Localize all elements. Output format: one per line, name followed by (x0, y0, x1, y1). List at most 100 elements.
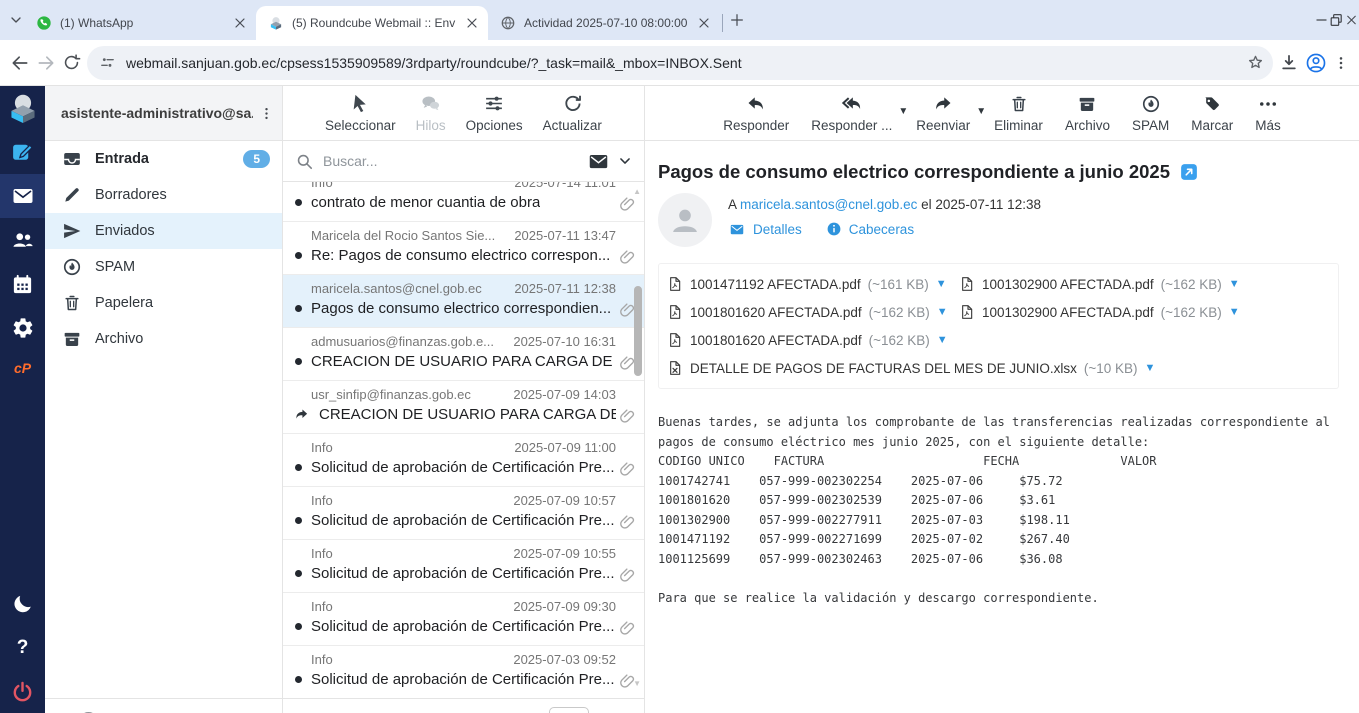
message-row[interactable]: Info2025-07-09 10:55Solicitud de aprobac… (283, 540, 644, 593)
close-window-button[interactable] (1344, 0, 1359, 40)
attachment-menu-caret-icon[interactable]: ▼ (937, 334, 948, 346)
attachment-item[interactable]: 1001302900 AFECTADA.pdf(~162 KB)▼ (959, 298, 1251, 326)
forward-icon[interactable] (36, 53, 56, 73)
threads-button[interactable]: Hilos (416, 93, 446, 133)
back-icon[interactable] (10, 53, 30, 73)
message-row[interactable]: maricela.santos@cnel.gob.ec2025-07-11 12… (283, 275, 644, 328)
site-settings-icon[interactable] (99, 54, 116, 71)
forward-button[interactable]: Reenviar (916, 94, 970, 133)
mail-nav-button[interactable] (0, 174, 45, 218)
threads-label: Hilos (416, 118, 446, 133)
open-in-new-window-icon[interactable] (1180, 163, 1198, 181)
message-date: 2025-07-10 16:31 (513, 334, 616, 349)
attachment-item[interactable]: 1001801620 AFECTADA.pdf (~162 KB) ▼ (667, 326, 959, 354)
search-scope-envelope-icon[interactable] (588, 151, 609, 172)
search-input[interactable] (323, 153, 579, 169)
recipient-email-link[interactable]: maricela.santos@cnel.gob.ec (740, 197, 917, 212)
message-row[interactable]: Info2025-07-14 11:01contrato de menor cu… (283, 182, 644, 222)
attachment-menu-caret-icon[interactable]: ▼ (937, 306, 948, 318)
browser-tab[interactable]: (1) WhatsApp (24, 6, 256, 40)
account-header[interactable]: asistente-administrativo@sa... (45, 86, 282, 141)
folder-item-enviados[interactable]: Enviados (45, 213, 282, 249)
downloads-icon[interactable] (1279, 53, 1299, 73)
attachment-filename[interactable]: 1001302900 AFECTADA.pdf (982, 277, 1154, 292)
cpanel-button[interactable]: cP (0, 350, 45, 386)
attachment-menu-caret-icon[interactable]: ▼ (1229, 306, 1240, 318)
reply-all-dropdown-icon[interactable]: ▼ (898, 106, 908, 117)
attachment-item[interactable]: 1001302900 AFECTADA.pdf(~162 KB)▼ (959, 270, 1251, 298)
message-row[interactable]: admusuarios@finanzas.gob.e...2025-07-10 … (283, 328, 644, 381)
browser-tab[interactable]: Actividad 2025-07-10 08:00:00 (488, 6, 720, 40)
attachment-filename[interactable]: 1001801620 AFECTADA.pdf (690, 333, 862, 348)
options-button[interactable]: Opciones (466, 93, 523, 133)
attachment-filename[interactable]: 1001471192 AFECTADA.pdf (690, 277, 861, 292)
dark-mode-button[interactable] (0, 582, 45, 626)
page-number-input[interactable] (549, 707, 589, 713)
attachment-item[interactable]: 1001471192 AFECTADA.pdf(~161 KB)▼ (667, 270, 959, 298)
forward-dropdown-icon[interactable]: ▼ (976, 106, 986, 117)
message-row[interactable]: Info2025-07-09 09:30Solicitud de aprobac… (283, 593, 644, 646)
headers-link[interactable]: Cabeceras (826, 221, 914, 237)
message-row[interactable]: Info2025-07-09 11:00Solicitud de aprobac… (283, 434, 644, 487)
attachment-filename[interactable]: 1001302900 AFECTADA.pdf (982, 305, 1154, 320)
reload-icon[interactable] (62, 53, 81, 72)
spam-button[interactable]: SPAM (1132, 94, 1169, 133)
minimize-button[interactable] (1314, 0, 1329, 40)
attachment-item[interactable]: 1001801620 AFECTADA.pdf(~162 KB)▼ (667, 298, 959, 326)
search-options-chevron-icon[interactable] (618, 154, 632, 168)
attachment-filename[interactable]: 1001801620 AFECTADA.pdf (690, 305, 862, 320)
folder-item-borradores[interactable]: Borradores (45, 177, 282, 213)
forward-icon (932, 94, 954, 114)
attachment-size: (~162 KB) (869, 333, 930, 348)
scroll-up-icon[interactable]: ▲ (633, 187, 641, 196)
message-subject: Pagos de consumo electrico correspondien… (658, 161, 1170, 183)
logout-button[interactable] (0, 670, 45, 713)
new-tab-button[interactable] (729, 12, 745, 28)
reply-all-button[interactable]: Responder ... (811, 94, 892, 133)
url-text[interactable]: webmail.sanjuan.gob.ec/cpsess1535909589/… (126, 55, 1236, 71)
restore-button[interactable] (1329, 0, 1344, 40)
refresh-button[interactable]: Actualizar (543, 93, 602, 133)
refresh-label: Actualizar (543, 118, 602, 133)
help-button[interactable]: ? (0, 626, 45, 670)
attachment-menu-caret-icon[interactable]: ▼ (936, 278, 947, 290)
delete-button[interactable]: Eliminar (994, 94, 1043, 133)
tab-close-icon[interactable] (696, 15, 712, 31)
attachment-item[interactable]: DETALLE DE PAGOS DE FACTURAS DEL MES DE … (667, 354, 1330, 382)
settings-nav-button[interactable] (0, 306, 45, 350)
browser-tab[interactable]: (5) Roundcube Webmail :: Envia (256, 6, 488, 40)
address-bar[interactable]: webmail.sanjuan.gob.ec/cpsess1535909589/… (87, 46, 1273, 80)
paperclip-icon (618, 407, 637, 426)
tab-search-chevron-icon[interactable] (8, 12, 24, 28)
bookmark-star-icon[interactable] (1246, 53, 1265, 72)
tab-close-icon[interactable] (232, 15, 248, 31)
message-row[interactable]: Maricela del Rocio Santos Sie...2025-07-… (283, 222, 644, 275)
compose-button[interactable] (0, 130, 45, 174)
calendar-nav-button[interactable] (0, 262, 45, 306)
attachment-menu-caret-icon[interactable]: ▼ (1144, 362, 1155, 374)
message-row[interactable]: usr_sinfip@finanzas.gob.ec2025-07-09 14:… (283, 381, 644, 434)
list-scrollbar[interactable] (634, 286, 642, 376)
contacts-nav-button[interactable] (0, 218, 45, 262)
mark-button[interactable]: Marcar (1191, 94, 1233, 133)
body-line: 1001742741 057-999-002302254 2025-07-06 … (658, 472, 1339, 492)
message-row[interactable]: Info2025-07-09 10:57Solicitud de aprobac… (283, 487, 644, 540)
browser-menu-icon[interactable] (1333, 55, 1349, 71)
tab-close-icon[interactable] (464, 15, 480, 31)
select-button[interactable]: Seleccionar (325, 93, 396, 133)
profile-avatar-icon[interactable] (1305, 52, 1327, 74)
details-link[interactable]: Detalles (728, 221, 802, 237)
attachment-filename[interactable]: DETALLE DE PAGOS DE FACTURAS DEL MES DE … (690, 361, 1077, 376)
folder-item-entrada[interactable]: Entrada5 (45, 141, 282, 177)
more-button[interactable]: Más (1255, 94, 1281, 133)
scroll-down-icon[interactable]: ▼ (633, 679, 641, 688)
reply-button[interactable]: Responder (723, 94, 789, 133)
folder-item-spam[interactable]: SPAM (45, 249, 282, 285)
person-icon (668, 203, 702, 237)
folder-item-archivo[interactable]: Archivo (45, 321, 282, 357)
message-row[interactable]: Info2025-07-03 09:52Solicitud de aprobac… (283, 646, 644, 698)
attachment-menu-caret-icon[interactable]: ▼ (1229, 278, 1240, 290)
account-menu-icon[interactable] (259, 106, 274, 121)
archive-button[interactable]: Archivo (1065, 94, 1110, 133)
folder-item-papelera[interactable]: Papelera (45, 285, 282, 321)
